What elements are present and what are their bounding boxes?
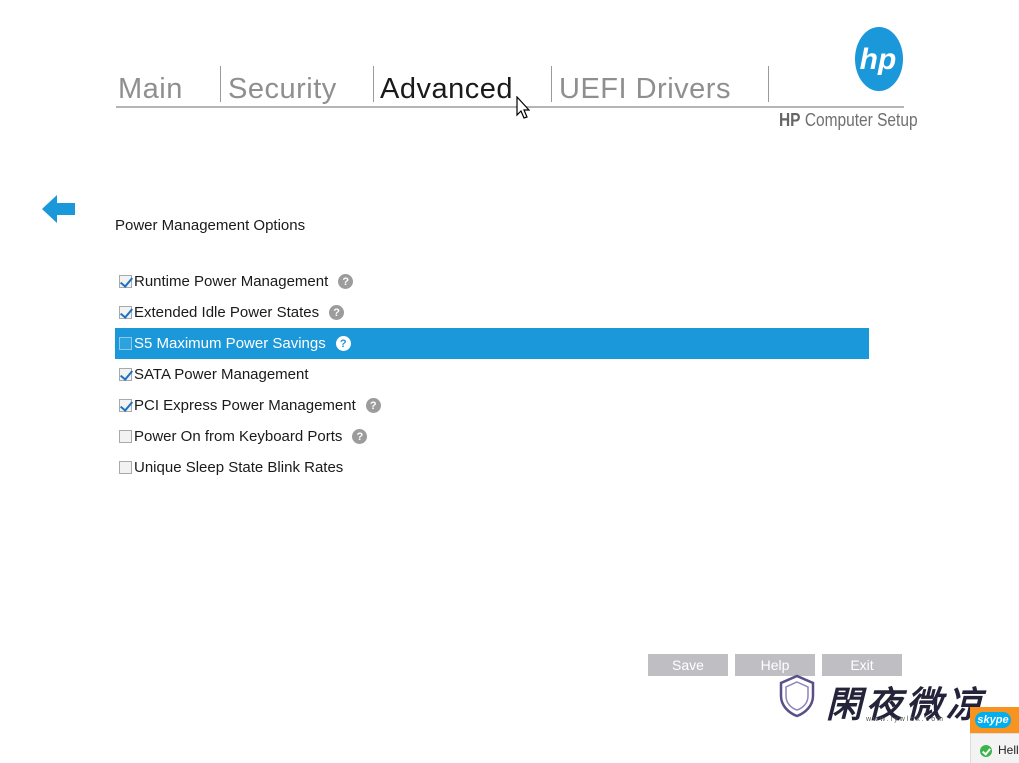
exit-button[interactable]: Exit <box>822 654 902 676</box>
tab-separator <box>220 66 221 102</box>
option-row[interactable]: Runtime Power Management? <box>115 266 869 297</box>
option-checkbox[interactable] <box>119 399 132 412</box>
skype-logo-icon[interactable]: skype <box>975 712 1011 728</box>
option-row[interactable]: Power On from Keyboard Ports? <box>115 421 869 452</box>
product-brand: HP Computer Setup <box>779 110 918 131</box>
watermark-url: www.lywlbk.com <box>866 716 945 723</box>
tab-security[interactable]: Security <box>228 58 337 112</box>
option-label: Extended Idle Power States <box>134 304 320 321</box>
option-label: Unique Sleep State Blink Rates <box>134 459 344 476</box>
option-row[interactable]: PCI Express Power Management? <box>115 390 869 421</box>
skype-message: Hello <box>998 743 1019 757</box>
option-label: Runtime Power Management <box>134 273 329 290</box>
tab-main[interactable]: Main <box>118 58 183 112</box>
tab-uefi-drivers[interactable]: UEFI Drivers <box>559 58 731 112</box>
help-icon[interactable]: ? <box>335 336 351 351</box>
tab-separator <box>373 66 374 102</box>
help-icon[interactable]: ? <box>329 305 345 320</box>
tab-separator <box>768 66 769 102</box>
help-icon[interactable]: ? <box>365 398 381 413</box>
option-checkbox[interactable] <box>119 337 132 350</box>
help-icon[interactable]: ? <box>338 274 354 289</box>
help-button[interactable]: Help <box>735 654 815 676</box>
option-checkbox[interactable] <box>119 368 132 381</box>
tab-separator <box>551 66 552 102</box>
back-arrow-icon[interactable] <box>42 194 76 224</box>
option-checkbox[interactable] <box>119 461 132 474</box>
section-title: Power Management Options <box>115 217 306 234</box>
option-label: PCI Express Power Management <box>134 397 356 414</box>
option-checkbox[interactable] <box>119 275 132 288</box>
mouse-cursor-icon <box>516 96 530 119</box>
tab-bar: Main Security Advanced UEFI Drivers <box>116 58 904 108</box>
brand-hp: HP <box>779 110 801 130</box>
shield-icon <box>779 674 815 718</box>
tab-advanced[interactable]: Advanced <box>380 58 513 112</box>
svg-text:hp: hp <box>860 43 897 76</box>
save-button[interactable]: Save <box>648 654 728 676</box>
option-label: SATA Power Management <box>134 366 309 383</box>
brand-product: Computer Setup <box>804 110 918 130</box>
help-icon[interactable]: ? <box>352 429 368 444</box>
hp-logo-icon: hp <box>855 27 903 91</box>
option-checkbox[interactable] <box>119 430 132 443</box>
option-row[interactable]: Extended Idle Power States? <box>115 297 869 328</box>
option-label: S5 Maximum Power Savings <box>134 335 326 352</box>
option-checkbox[interactable] <box>119 306 132 319</box>
option-row[interactable]: S5 Maximum Power Savings? <box>115 328 869 359</box>
option-label: Power On from Keyboard Ports <box>134 428 343 445</box>
tab-underline <box>116 106 904 108</box>
option-row[interactable]: SATA Power Management <box>115 359 869 390</box>
online-status-icon <box>980 745 992 757</box>
option-row[interactable]: Unique Sleep State Blink Rates <box>115 452 869 483</box>
